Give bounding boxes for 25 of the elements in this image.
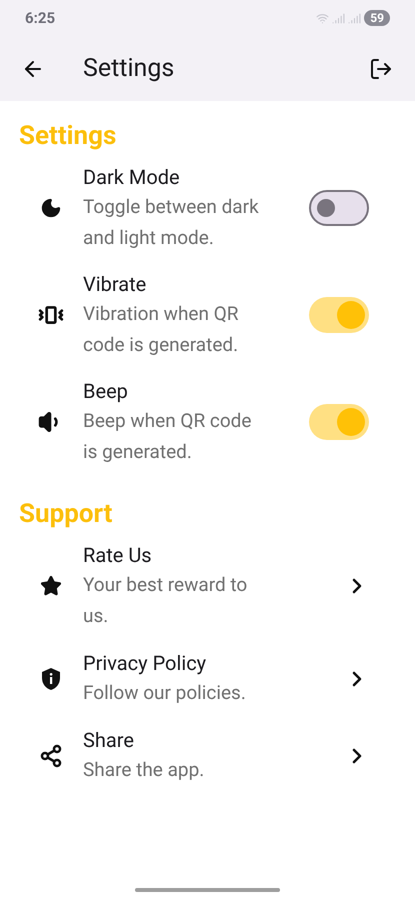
item-title: Vibrate <box>83 271 148 298</box>
item-title: Beep <box>83 378 129 405</box>
item-subtitle: Share the app. <box>83 757 206 783</box>
app-bar-title: Settings <box>83 52 176 85</box>
toggle-switch[interactable] <box>309 404 369 440</box>
section-heading: Support <box>18 498 114 531</box>
item-subtitle: Your best reward to us. <box>83 572 248 629</box>
item-title: Share <box>83 727 135 754</box>
section-heading: Settings <box>18 120 118 153</box>
shield-info-icon <box>40 666 62 690</box>
item-subtitle: Vibration when QR code is generated. <box>83 301 240 358</box>
item-subtitle: Beep when QR code is generated. <box>83 408 252 465</box>
item-title: Rate Us <box>83 542 153 569</box>
item-subtitle: Follow our policies. <box>83 680 247 706</box>
star-icon <box>40 575 62 597</box>
battery-level: 59 <box>364 10 390 26</box>
toggle-switch[interactable] <box>309 190 369 226</box>
status-time: 6:25 <box>25 8 56 29</box>
moon-icon <box>40 197 62 219</box>
item-subtitle: Toggle between dark and light mode. <box>83 194 260 251</box>
toggle-switch[interactable] <box>309 297 369 333</box>
item-title: Dark Mode <box>83 164 181 191</box>
share-icon <box>39 744 63 768</box>
wifi-icon <box>316 12 330 24</box>
item-title: Privacy Policy <box>83 650 208 677</box>
